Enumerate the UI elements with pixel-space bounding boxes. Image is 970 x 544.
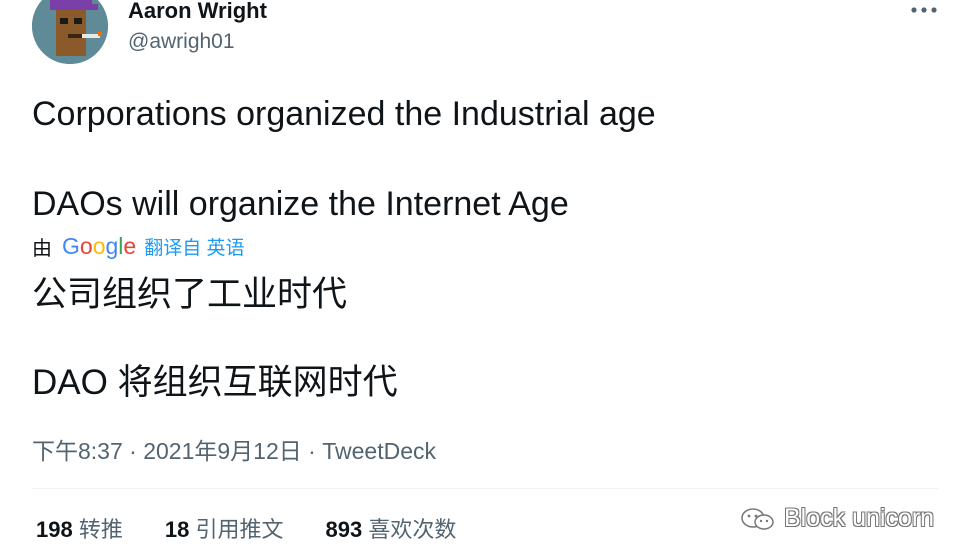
tweet-text-line-1: Corporations organized the Industrial ag…: [32, 95, 656, 133]
retweets-stat[interactable]: 198 转推: [36, 512, 123, 544]
author-handle[interactable]: @awrigh01: [128, 30, 235, 54]
google-logo-letter: o: [79, 232, 93, 259]
engagement-stats: 198 转推 18 引用推文 893 喜欢次数: [36, 512, 456, 544]
author-name[interactable]: Aaron Wright: [128, 0, 267, 24]
avatar[interactable]: [32, 0, 108, 64]
divider: [32, 488, 938, 489]
watermark: Block unicorn: [740, 504, 934, 533]
meta-separator-2: ·: [308, 438, 316, 464]
tweet-source[interactable]: TweetDeck: [322, 438, 436, 464]
more-options-icon[interactable]: [906, 0, 942, 24]
google-logo-letter: e: [123, 232, 137, 259]
quote-tweets-stat[interactable]: 18 引用推文: [165, 512, 284, 544]
watermark-text: Block unicorn: [784, 504, 935, 532]
google-logo: Google: [62, 233, 136, 260]
google-logo-letter: G: [62, 232, 80, 259]
google-logo-letter: o: [92, 232, 106, 259]
translation-attribution: 由 Google 翻译自 英语: [32, 232, 244, 260]
likes-stat[interactable]: 893 喜欢次数: [325, 512, 456, 544]
tweet-metadata: 下午8:37 · 2021年9月12日 · TweetDeck: [32, 432, 436, 466]
meta-separator: ·: [129, 438, 137, 464]
translate-from-link[interactable]: 翻译自 英语: [144, 233, 244, 260]
translated-line-2: DAO 将组织互联网时代: [32, 363, 398, 402]
tweet-time[interactable]: 下午8:37: [32, 438, 123, 464]
translated-line-1: 公司组织了工业时代: [32, 275, 348, 314]
tweet-text-line-2: DAOs will organize the Internet Age: [32, 185, 569, 223]
wechat-icon: [741, 507, 774, 530]
translated-by-label: 由: [32, 237, 52, 260]
tweet-date[interactable]: 2021年9月12日: [143, 438, 302, 464]
google-logo-letter: g: [105, 232, 119, 259]
punk-avatar-image: [32, 0, 108, 64]
